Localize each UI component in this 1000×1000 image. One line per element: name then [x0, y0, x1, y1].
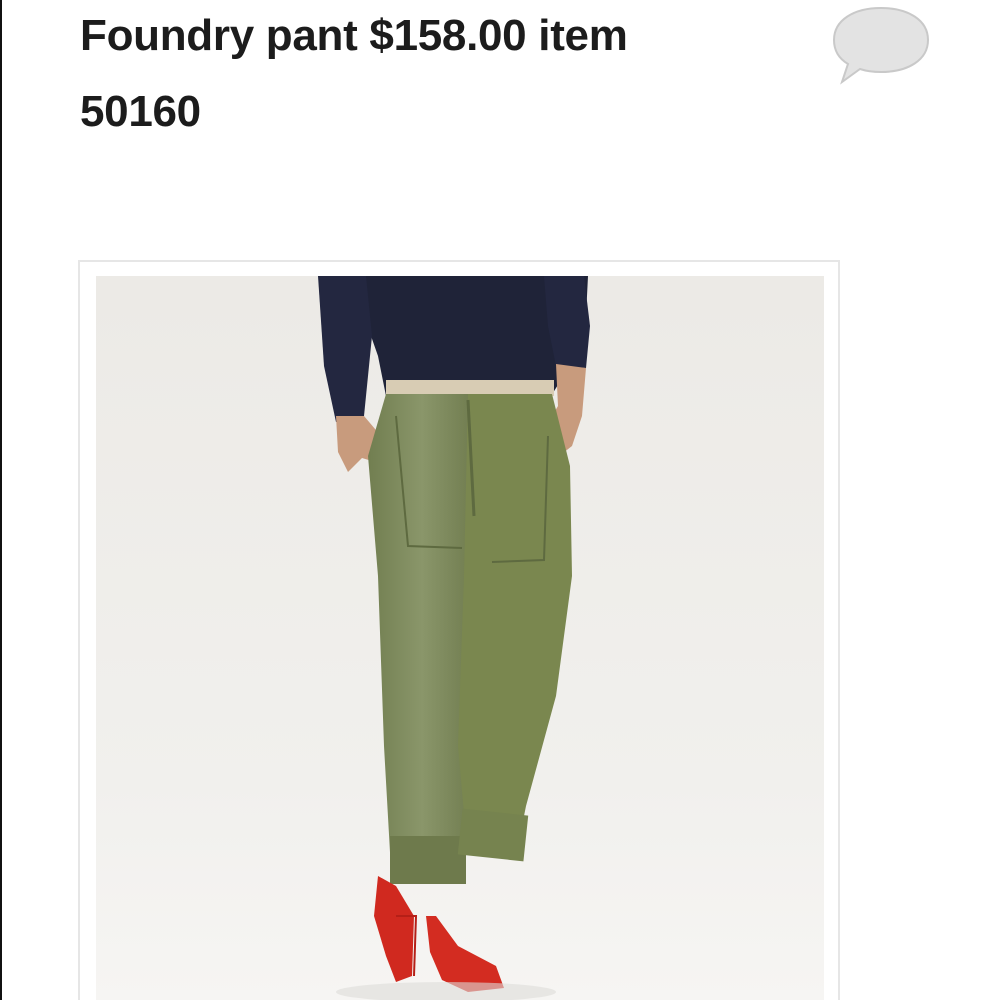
listing-title-line-2: 50160	[80, 87, 201, 136]
belt	[386, 380, 554, 396]
screen-edge	[0, 0, 2, 1000]
listing-title-line-1: Foundry pant $158.00 item	[80, 11, 628, 60]
speech-bubble-icon[interactable]	[826, 0, 936, 90]
product-photo[interactable]	[96, 276, 824, 1000]
listing-title: Foundry pant $158.00 item 50160	[80, 0, 780, 150]
